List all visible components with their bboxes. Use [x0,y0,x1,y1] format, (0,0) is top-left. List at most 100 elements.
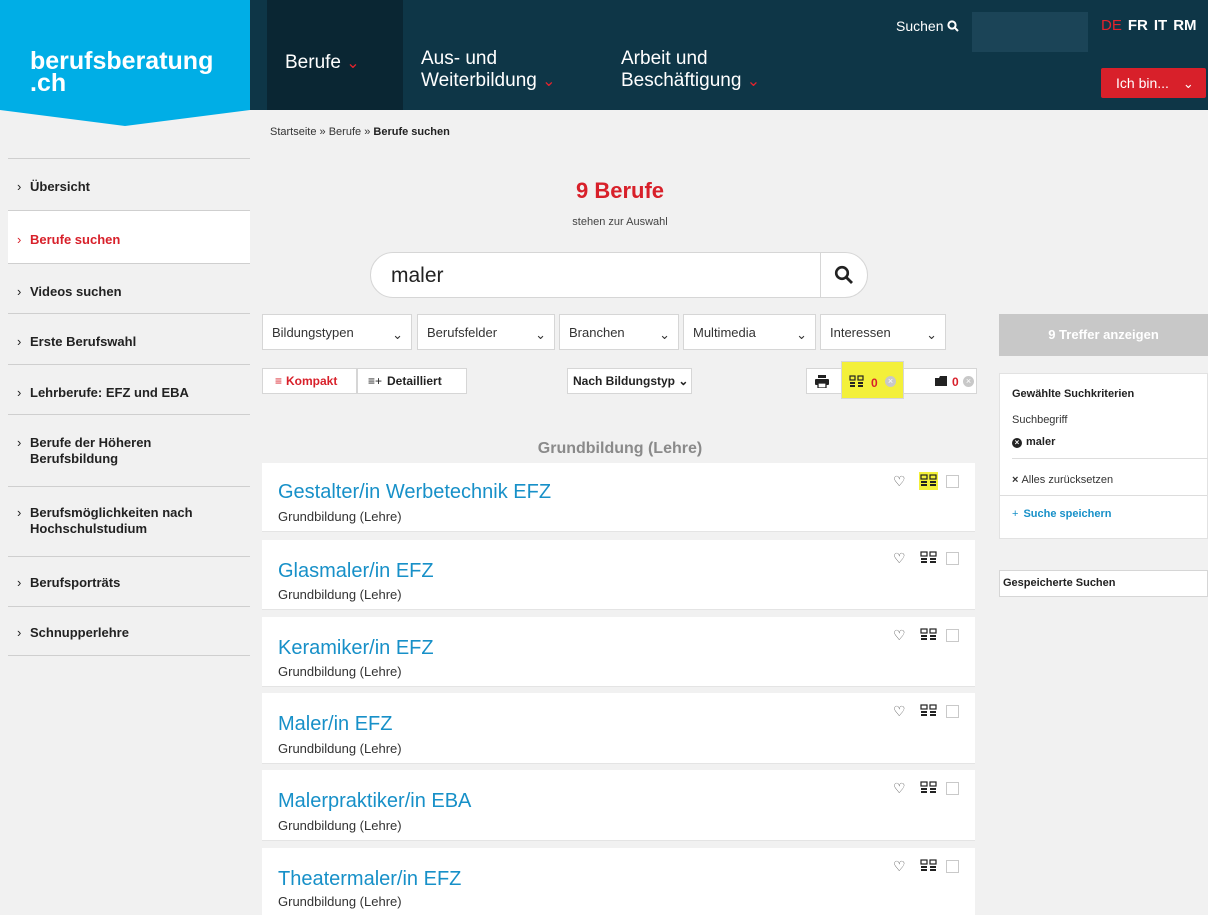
list-item-subtitle: Grundbildung (Lehre) [278,741,402,756]
chevron-right-icon: › [17,232,22,247]
chevron-down-icon: ⌄ [535,327,546,342]
lang-it[interactable]: IT [1154,17,1167,34]
site-header: berufsberatung .ch Berufe ⌄ Aus- und Wei… [0,0,1208,126]
chevron-right-icon: › [17,334,22,349]
sidebar-item-hoehere-berufsbildung[interactable]: › Berufe der Höheren Berufsbildung [8,414,250,486]
filter-berufsfelder[interactable]: Berufsfelder ⌄ [417,314,555,350]
chevron-right-icon: › [17,284,22,299]
show-results-button[interactable]: 9 Treffer anzeigen [999,314,1208,356]
compare-icon[interactable] [919,702,938,720]
breadcrumb-home[interactable]: Startseite [270,126,316,138]
sidebar: › Übersicht › Berufe suchen › Videos suchen… [8,158,250,656]
heart-icon[interactable]: ♡ [893,550,906,567]
select-checkbox[interactable] [946,552,959,565]
group-title: Grundbildung (Lehre) [537,440,703,457]
list-item-title[interactable]: Malerpraktiker/in EBA [278,790,471,813]
search-icon [834,265,853,284]
list-item-title[interactable]: Theatermaler/in EFZ [278,868,461,891]
sidebar-item-berufe-suchen[interactable]: › Berufe suchen [8,210,250,263]
sidebar-item-schnupperlehre[interactable]: › Schnupperlehre [8,606,250,656]
criteria-label: Suchbegriff [1012,414,1068,426]
nav-arbeit-line-1: Arbeit und [621,48,708,69]
criteria-term[interactable]: × maler [1012,436,1055,448]
filter-multimedia[interactable]: Multimedia ⌄ [683,314,816,350]
list-item[interactable]: Gestalter/in Werbetechnik EFZ Grundbildu… [262,463,975,532]
header-search-link[interactable]: Suchen [896,18,960,34]
close-icon[interactable]: × [885,376,896,387]
lang-de[interactable]: DE [1101,17,1122,34]
select-checkbox[interactable] [946,705,959,718]
saved-count: 0 [952,375,959,389]
filter-branchen[interactable]: Branchen ⌄ [559,314,679,350]
ich-bin-dropdown[interactable]: Ich bin... ⌄ [1101,68,1206,98]
search-button[interactable] [820,253,868,297]
lang-rm[interactable]: RM [1173,17,1196,34]
breadcrumb-berufe[interactable]: Berufe [329,126,361,138]
close-icon[interactable]: × [963,376,974,387]
heart-icon[interactable]: ♡ [893,780,906,797]
compare-icon [849,375,864,387]
save-search-link[interactable]: + Suche speichern [1012,508,1111,520]
list-item[interactable]: Theatermaler/in EFZ Grundbildung (Lehre)… [262,848,975,915]
select-checkbox[interactable] [946,475,959,488]
list-item-subtitle: Grundbildung (Lehre) [278,894,402,909]
list-item[interactable]: Keramiker/in EFZ Grundbildung (Lehre) ♡ [262,617,975,687]
select-checkbox[interactable] [946,860,959,873]
list-item[interactable]: Maler/in EFZ Grundbildung (Lehre) ♡ [262,693,975,764]
list-item-subtitle: Grundbildung (Lehre) [278,664,402,679]
select-checkbox[interactable] [946,782,959,795]
list-item-title[interactable]: Gestalter/in Werbetechnik EFZ [278,481,551,504]
chevron-right-icon: › [17,179,22,194]
nav-berufe-label: Berufe [285,52,341,73]
chevron-down-icon: ⌄ [796,327,807,342]
compare-counter[interactable]: 0 × [841,361,904,399]
print-icon[interactable] [815,375,829,388]
compare-icon[interactable] [919,626,938,644]
heart-icon[interactable]: ♡ [893,627,906,644]
heart-icon[interactable]: ♡ [893,473,906,490]
sidebar-item-berufsportraets[interactable]: › Berufsporträts [8,556,250,606]
filter-bildungstypen[interactable]: Bildungstypen ⌄ [262,314,412,350]
sort-select[interactable]: Nach Bildungstyp ⌄ [567,368,692,394]
results-subtitle: stehen zur Auswahl [572,216,668,228]
sidebar-item-videos-suchen[interactable]: › Videos suchen [8,263,250,313]
chevron-down-icon: ⌄ [346,55,360,72]
chevron-down-icon: ⌄ [1182,76,1194,91]
list-item-title[interactable]: Keramiker/in EFZ [278,637,434,660]
chevron-down-icon: ⌄ [659,327,670,342]
nav-aus-und-weiterbildung[interactable]: Aus- und Weiterbildung ⌄ [403,0,603,110]
folder-icon [935,376,947,386]
heart-icon[interactable]: ♡ [893,858,906,875]
nav-berufe[interactable]: Berufe ⌄ [267,0,403,110]
chevron-right-icon: › [17,625,22,640]
list-item[interactable]: Malerpraktiker/in EBA Grundbildung (Lehr… [262,770,975,841]
chevron-down-icon: ⌄ [392,327,403,342]
reset-all-link[interactable]: × Alles zurücksetzen [1012,474,1113,486]
compare-icon[interactable] [919,779,938,797]
lang-fr[interactable]: FR [1128,17,1148,34]
list-item-title[interactable]: Maler/in EFZ [278,713,392,736]
sidebar-item-uebersicht[interactable]: › Übersicht [8,158,250,210]
heart-icon[interactable]: ♡ [893,703,906,720]
search-input[interactable] [391,263,811,289]
saved-searches-dropdown[interactable]: Gespeicherte Suchen [999,570,1208,597]
compare-icon[interactable] [919,472,938,490]
list-item-subtitle: Grundbildung (Lehre) [278,818,402,833]
blurred-region [972,12,1088,52]
criteria-term-value: maler [1026,436,1056,448]
site-logo[interactable]: berufsberatung .ch [0,0,250,126]
view-detailed-button[interactable]: ≡+ Detailliert [357,368,467,394]
list-item-title[interactable]: Glasmaler/in EFZ [278,560,434,583]
toolbar-group: 0 × 0 × [806,361,977,399]
sidebar-item-lehrberufe[interactable]: › Lehrberufe: EFZ und EBA [8,364,250,414]
compare-icon[interactable] [919,857,938,875]
remove-icon[interactable]: × [1012,438,1022,448]
view-compact-button[interactable]: ≡ Kompakt [262,368,357,394]
filter-interessen[interactable]: Interessen ⌄ [820,314,946,350]
sidebar-item-erste-berufswahl[interactable]: › Erste Berufswahl [8,313,250,364]
list-item[interactable]: Glasmaler/in EFZ Grundbildung (Lehre) ♡ [262,540,975,610]
select-checkbox[interactable] [946,629,959,642]
compare-icon[interactable] [919,549,938,567]
nav-arbeit-und-beschaeftigung[interactable]: Arbeit und Beschäftigung ⌄ [603,0,833,110]
sidebar-item-hochschulstudium[interactable]: › Berufsmöglichkeiten nach Hochschulstudi… [8,486,250,556]
